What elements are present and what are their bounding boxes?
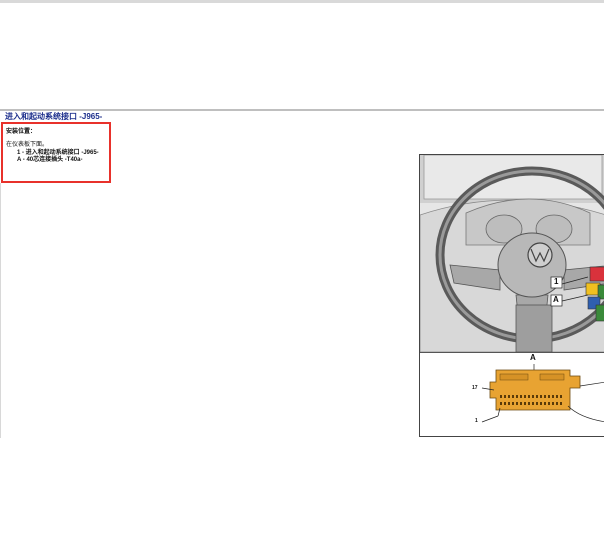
callout-1-label: 1 bbox=[554, 277, 559, 286]
pin-17-label: 17 bbox=[472, 385, 478, 391]
steering-wheel-illustration bbox=[420, 155, 604, 352]
install-location-label: 安装位置： bbox=[6, 129, 37, 135]
top-border bbox=[0, 0, 604, 3]
left-margin-line bbox=[0, 183, 1, 438]
location-text: 在仪表板下面。 bbox=[6, 142, 49, 148]
list-item: A - 40芯连接插头 -T40a- bbox=[17, 157, 83, 163]
pin-1-label: 1 bbox=[475, 418, 478, 424]
callout-a-label: A bbox=[553, 295, 559, 304]
connector-illustration bbox=[481, 364, 604, 423]
highlight-box: 安装位置： 在仪表板下面。 1 - 进入和起动系统接口 -J965- A - 4… bbox=[1, 122, 111, 183]
page-title: 进入和起动系统接口 -J965- bbox=[5, 112, 103, 121]
list-item: 1 - 进入和起动系统接口 -J965- bbox=[17, 150, 99, 156]
location-figure: 1 A A 17 1 bbox=[419, 154, 604, 437]
